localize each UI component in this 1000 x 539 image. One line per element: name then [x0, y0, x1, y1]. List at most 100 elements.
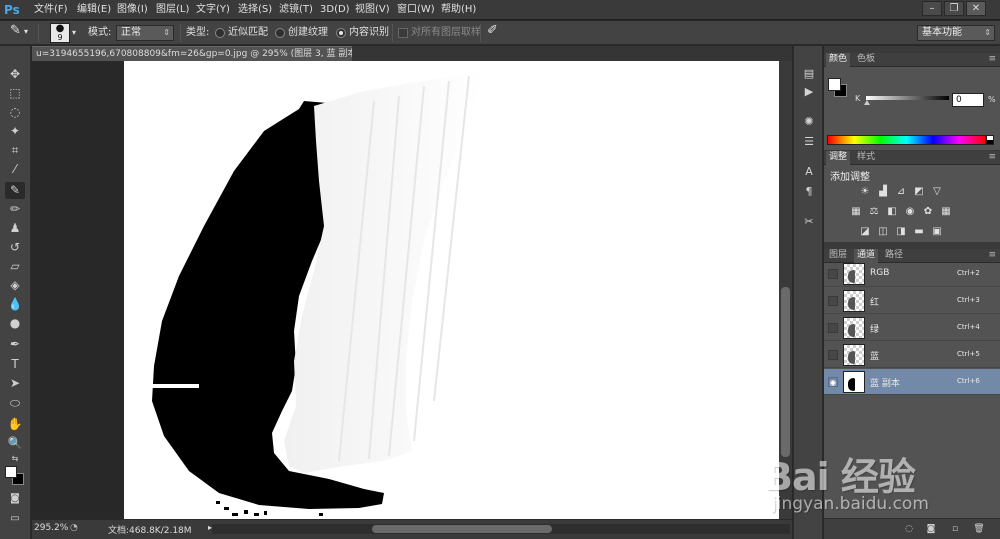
foreground-color[interactable]	[828, 78, 841, 91]
brightness-icon[interactable]: ☀	[858, 186, 872, 198]
dodge-tool-icon[interactable]: ●	[5, 315, 25, 332]
menu-image[interactable]: 图像(I)	[117, 3, 148, 17]
menu-edit[interactable]: 编辑(E)	[77, 3, 111, 17]
pressure-size-icon[interactable]: ✐	[487, 24, 498, 38]
menu-view[interactable]: 视图(V)	[355, 3, 390, 17]
brush-size-picker[interactable]: ● 9	[50, 23, 70, 43]
menu-3d[interactable]: 3D(D)	[320, 3, 350, 17]
new-channel-icon[interactable]: ▫	[948, 523, 962, 535]
vertical-scrollbar[interactable]	[779, 61, 792, 519]
channel-row-rgb[interactable]: RGB Ctrl+2	[824, 261, 1000, 287]
quick-select-tool-icon[interactable]: ✦	[5, 123, 25, 140]
tab-swatches[interactable]: 色板	[854, 53, 878, 67]
visibility-toggle[interactable]	[828, 350, 838, 360]
menu-help[interactable]: 帮助(H)	[441, 3, 476, 17]
sample-all-layers-checkbox[interactable]	[398, 28, 408, 38]
load-selection-icon[interactable]: ◌	[902, 523, 916, 535]
panel-menu-icon[interactable]: ≡	[988, 53, 996, 66]
text-tool-icon[interactable]: T	[5, 356, 25, 373]
k-channel-value[interactable]: 0	[952, 93, 984, 107]
vibrance-icon[interactable]: ▽	[930, 186, 944, 198]
save-selection-icon[interactable]: ◙	[924, 523, 938, 535]
channel-mixer-icon[interactable]: ✿	[921, 206, 935, 218]
invert-icon[interactable]: ◪	[858, 226, 872, 238]
threshold-icon[interactable]: ◨	[894, 226, 908, 238]
status-indicator-icon[interactable]: ◔	[70, 523, 78, 533]
color-balance-icon[interactable]: ⚖	[867, 206, 881, 218]
lasso-tool-icon[interactable]: ◌	[5, 104, 25, 121]
channel-row-green[interactable]: 绿 Ctrl+4	[824, 315, 1000, 341]
minimize-button[interactable]: –	[922, 1, 942, 16]
mode-select[interactable]: 正常 ⇕	[116, 25, 174, 41]
brush-tool-icon[interactable]: ✏	[5, 201, 25, 218]
quick-mask-icon[interactable]: ◙	[5, 490, 25, 507]
tab-styles[interactable]: 样式	[854, 151, 878, 165]
pen-tool-icon[interactable]: ✒	[5, 336, 25, 353]
document-tab[interactable]: u=3194655196,670808809&fm=26&gp=0.jpg @ …	[32, 46, 352, 61]
tab-color[interactable]: 颜色	[826, 53, 851, 67]
color-lookup-icon[interactable]: ▦	[939, 206, 953, 218]
swap-colors-icon[interactable]: ⇆	[5, 450, 25, 467]
curves-icon[interactable]: ⊿	[894, 186, 908, 198]
paragraph-panel-icon[interactable]: ¶	[800, 184, 818, 200]
radio-proximity-match[interactable]	[215, 28, 225, 38]
workspace-select[interactable]: 基本功能 ⇕	[917, 25, 995, 41]
brush-settings-icon[interactable]: ✺	[800, 114, 818, 130]
delete-channel-icon[interactable]: 🗑	[972, 523, 986, 535]
color-spectrum[interactable]	[827, 135, 986, 145]
menu-layer[interactable]: 图层(L)	[156, 3, 189, 17]
image-canvas[interactable]	[124, 61, 780, 519]
menu-window[interactable]: 窗口(W)	[397, 3, 435, 17]
close-button[interactable]: ✕	[966, 1, 986, 16]
menu-file[interactable]: 文件(F)	[34, 3, 68, 17]
radio-create-texture[interactable]	[275, 28, 285, 38]
photo-filter-icon[interactable]: ◉	[903, 206, 917, 218]
posterize-icon[interactable]: ◫	[876, 226, 890, 238]
panel-menu-icon[interactable]: ≡	[988, 151, 996, 164]
tool-preset-arrow-icon[interactable]: ▾	[24, 25, 28, 39]
black-white-icon[interactable]: ◧	[885, 206, 899, 218]
screen-mode-icon[interactable]: ▭	[5, 510, 25, 527]
zoom-level[interactable]: 295.2%	[34, 523, 68, 533]
marquee-tool-icon[interactable]: ⬚	[5, 85, 25, 102]
path-select-tool-icon[interactable]: ➤	[5, 375, 25, 392]
clone-stamp-tool-icon[interactable]: ♟	[5, 220, 25, 237]
brush-presets-icon[interactable]: ☰	[800, 134, 818, 150]
character-panel-icon[interactable]: A	[800, 164, 818, 180]
actions-panel-icon[interactable]: ▶	[800, 84, 818, 100]
k-channel-slider[interactable]	[866, 96, 949, 100]
visibility-toggle[interactable]	[828, 269, 838, 279]
levels-icon[interactable]: ▟	[876, 186, 890, 198]
channel-row-blue[interactable]: 蓝 Ctrl+5	[824, 342, 1000, 368]
restore-button[interactable]: ❐	[944, 1, 964, 16]
radio-content-aware[interactable]	[336, 28, 346, 38]
hue-saturation-icon[interactable]: ▦	[849, 206, 863, 218]
healing-brush-icon[interactable]: ✎	[10, 24, 21, 38]
paint-bucket-tool-icon[interactable]: ◈	[5, 277, 25, 294]
channel-row-red[interactable]: 红 Ctrl+3	[824, 288, 1000, 314]
foreground-color-swatch[interactable]	[5, 466, 17, 478]
menu-filter[interactable]: 滤镜(T)	[279, 3, 313, 17]
horizontal-scrollbar[interactable]	[212, 524, 790, 534]
menu-select[interactable]: 选择(S)	[238, 3, 272, 17]
healing-brush-tool-icon[interactable]: ✎	[5, 182, 25, 199]
crop-tool-icon[interactable]: ⌗	[5, 142, 25, 159]
k-slider-thumb[interactable]	[864, 100, 870, 105]
tab-adjustments[interactable]: 调整	[826, 151, 851, 165]
eyedropper-tool-icon[interactable]: ⁄	[5, 161, 25, 178]
channel-row-blue-copy[interactable]: ◉ 蓝 副本 Ctrl+6	[824, 369, 1000, 395]
gradient-map-icon[interactable]: ▬	[912, 226, 926, 238]
eye-icon[interactable]: ◉	[828, 377, 838, 387]
exposure-icon[interactable]: ◩	[912, 186, 926, 198]
blur-tool-icon[interactable]: 💧	[5, 296, 25, 313]
menu-type[interactable]: 文字(Y)	[196, 3, 230, 17]
vertical-scroll-thumb[interactable]	[781, 287, 790, 457]
brush-picker-arrow-icon[interactable]: ▾	[72, 26, 76, 40]
black-white-ramp[interactable]	[986, 135, 994, 145]
history-panel-icon[interactable]: ▤	[800, 66, 818, 82]
visibility-toggle[interactable]	[828, 323, 838, 333]
selective-color-icon[interactable]: ▣	[930, 226, 944, 238]
ellipse-tool-icon[interactable]: ⬭	[5, 395, 25, 412]
visibility-toggle[interactable]	[828, 296, 838, 306]
hand-tool-icon[interactable]: ✋	[5, 416, 25, 433]
